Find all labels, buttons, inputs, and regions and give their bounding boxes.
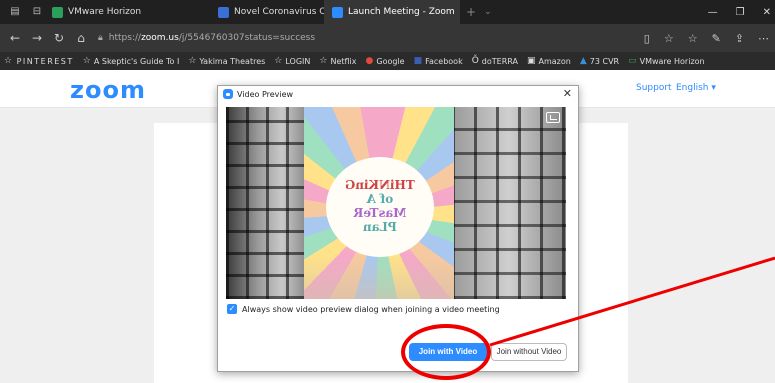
- favorite-star-icon[interactable]: ☆: [664, 32, 674, 45]
- refresh-icon[interactable]: ↻: [48, 31, 70, 45]
- favorite-pinterest[interactable]: ☆ PINTEREST: [4, 56, 74, 66]
- favorite-label: A Skeptic's Guide To I: [93, 56, 180, 66]
- support-link[interactable]: Support: [636, 83, 672, 93]
- background-wall-right: [452, 107, 566, 299]
- pen-icon[interactable]: ✎: [712, 32, 721, 45]
- google-icon: ●: [365, 56, 374, 66]
- favorite-doterra[interactable]: ŎdoTERRA: [472, 56, 518, 66]
- doterra-icon: Ŏ: [471, 56, 479, 66]
- always-show-preview-option[interactable]: ✓ Always show video preview dialog when …: [227, 304, 500, 314]
- vmware-icon: ▭: [628, 56, 637, 66]
- screenshot-root: ▤ ⊟ VMware Horizon Novel Coronavirus Out…: [0, 0, 775, 383]
- favorite-google[interactable]: ● Google: [366, 56, 405, 66]
- card-text-line: THiNKinG: [345, 178, 415, 193]
- star-icon: ☆: [82, 56, 91, 66]
- card-bottom-shade: [304, 255, 454, 299]
- annotation-circle: [401, 324, 491, 380]
- favorite-facebook[interactable]: ■ Facebook: [414, 56, 463, 66]
- favorite-login[interactable]: ☆ LOGIN: [274, 56, 310, 66]
- favorite-label: Facebook: [425, 56, 463, 66]
- tab-label: Novel Coronavirus Outbreal: [234, 7, 324, 17]
- checkbox-label: Always show video preview dialog when jo…: [242, 304, 500, 314]
- tab-vmware-horizon[interactable]: VMware Horizon: [44, 0, 164, 24]
- close-window-icon[interactable]: ✕: [763, 7, 771, 18]
- favorite-label: VMware Horizon: [639, 56, 705, 66]
- favorite-label: PINTEREST: [16, 56, 74, 66]
- back-arrow-icon[interactable]: ←: [4, 31, 26, 45]
- favorite-label: LOGIN: [285, 56, 311, 66]
- star-icon: ☆: [274, 56, 283, 66]
- favorite-label: Netflix: [330, 56, 357, 66]
- minimize-icon[interactable]: —: [708, 7, 718, 18]
- card-text-line: MasTeR: [353, 206, 407, 220]
- favorite-label: doTERRA: [481, 56, 518, 66]
- background-wall-left: [226, 107, 306, 299]
- join-without-video-button[interactable]: Join without Video: [491, 343, 567, 361]
- dialog-title: Video Preview: [237, 89, 294, 99]
- star-icon: ☆: [188, 56, 197, 66]
- card-center-circle: THiNKinG of A MasTeR PLan: [326, 157, 434, 257]
- language-selector[interactable]: English ▾: [676, 83, 716, 93]
- home-icon[interactable]: ⌂: [70, 31, 92, 45]
- video-preview-dialog: Video Preview ✕ THiNKinG of A MasTeR PLa…: [217, 85, 579, 372]
- reading-view-icon[interactable]: ▯: [644, 32, 650, 45]
- facebook-icon: ■: [413, 56, 423, 66]
- address-toolbar: ← → ↻ ⌂ 🔒︎ https://zoom.us/j/5546760307s…: [0, 24, 775, 52]
- dialog-title-bar: Video Preview: [218, 86, 578, 102]
- favorite-skeptics-guide[interactable]: ☆ A Skeptic's Guide To I: [83, 56, 180, 66]
- vmware-icon: [52, 6, 63, 18]
- greeting-card-image: THiNKinG of A MasTeR PLan: [304, 107, 454, 299]
- maximize-icon[interactable]: ❐: [736, 7, 745, 18]
- favorite-label: Yakima Theatres: [199, 56, 266, 66]
- url-prefix: https://: [108, 33, 142, 43]
- toolbar-right: ▯ ☆ ☆ ✎ ⇪ ⋯: [644, 24, 769, 52]
- amazon-icon: ▣: [526, 56, 536, 66]
- star-icon: ☆: [4, 56, 14, 66]
- image-icon[interactable]: [546, 112, 560, 123]
- favorite-yakima-theatres[interactable]: ☆ Yakima Theatres: [188, 56, 265, 66]
- share-icon[interactable]: ⇪: [735, 32, 744, 45]
- lock-icon: 🔒︎: [98, 33, 103, 43]
- favorite-label: 73 CVR: [589, 56, 620, 66]
- favorites-bar: ☆ PINTEREST ☆ A Skeptic's Guide To I ☆ Yaki…: [0, 52, 775, 70]
- url-path: /j/5546760307status=success: [178, 33, 316, 43]
- zoom-icon: [223, 89, 233, 99]
- browser-tab-bar: ▤ ⊟ VMware Horizon Novel Coronavirus Out…: [0, 0, 775, 24]
- favorite-73-cvr[interactable]: ▲ 73 CVR: [580, 56, 619, 66]
- tab-actions-icon[interactable]: ▤: [8, 6, 22, 18]
- video-preview: THiNKinG of A MasTeR PLan: [226, 107, 566, 299]
- card-text: THiNKinG of A MasTeR PLan: [345, 178, 415, 234]
- tab-label: Launch Meeting - Zoom: [348, 7, 455, 17]
- zoom-icon: [332, 6, 343, 18]
- favorite-label: Amazon: [538, 56, 571, 66]
- favorites-list-icon[interactable]: ☆: [688, 32, 698, 45]
- tab-launch-meeting[interactable]: Launch Meeting - Zoom ✕: [324, 0, 460, 24]
- news-icon: [218, 6, 229, 18]
- more-icon[interactable]: ⋯: [758, 32, 769, 45]
- favorite-vmware-horizon[interactable]: ▭ VMware Horizon: [628, 56, 705, 66]
- favorite-netflix[interactable]: ☆ Netflix: [319, 56, 356, 66]
- card-text-line: of A: [366, 192, 394, 207]
- cvr-icon: ▲: [579, 56, 587, 66]
- card-text-line: PLan: [363, 219, 397, 234]
- favorite-amazon[interactable]: ▣ Amazon: [527, 56, 571, 66]
- zoom-logo[interactable]: zoom: [70, 76, 146, 104]
- tab-back-icon[interactable]: ⊟: [30, 6, 44, 18]
- forward-arrow-icon[interactable]: →: [26, 31, 48, 45]
- close-icon[interactable]: ✕: [563, 87, 572, 100]
- star-icon: ☆: [319, 56, 328, 66]
- chevron-down-icon[interactable]: ⌄: [484, 7, 492, 17]
- favorite-label: Google: [376, 56, 405, 66]
- address-bar[interactable]: 🔒︎ https://zoom.us/j/5546760307status=su…: [98, 28, 668, 48]
- new-tab-icon[interactable]: +: [466, 5, 476, 19]
- url-host: zoom.us: [141, 33, 179, 43]
- checkbox-checked-icon[interactable]: ✓: [227, 304, 237, 314]
- window-controls: — ❐ ✕: [708, 0, 771, 24]
- tab-label: VMware Horizon: [68, 7, 142, 17]
- tab-coronavirus[interactable]: Novel Coronavirus Outbreal: [210, 0, 324, 24]
